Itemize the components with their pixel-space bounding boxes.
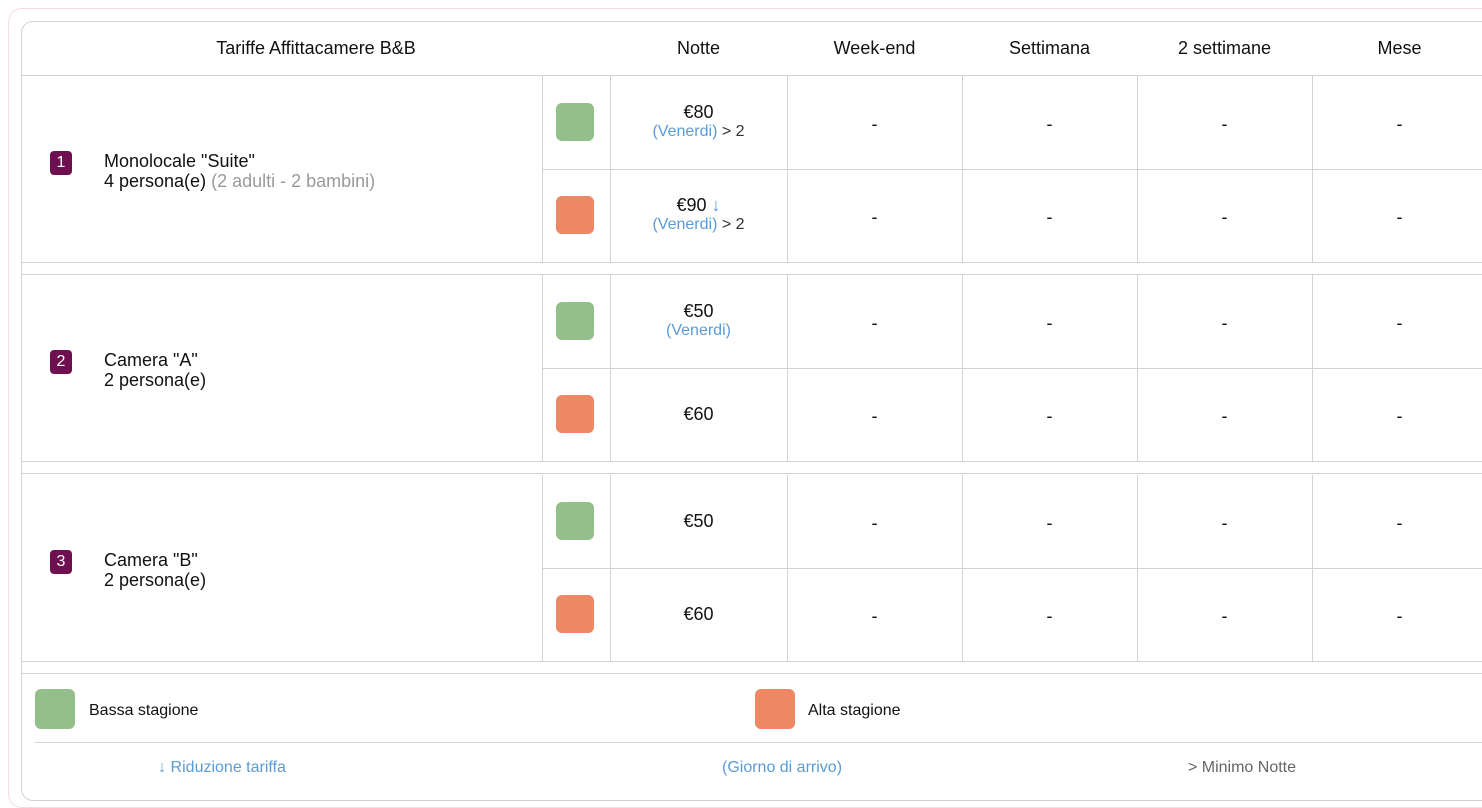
legend-low-season-swatch <box>35 689 75 729</box>
night-price: €60 <box>683 604 714 624</box>
low-season-swatch <box>556 103 594 141</box>
night-price: €80 <box>683 102 714 122</box>
period-price-cell: - <box>871 513 878 533</box>
row-divider <box>542 169 1482 170</box>
room-persons: 2 persona(e) <box>104 570 206 591</box>
period-price-cell: - <box>1221 313 1228 333</box>
period-price-cell: - <box>871 606 878 626</box>
room-persons-count: 2 persona(e) <box>104 370 207 390</box>
rates-table: Tariffe Affittacamere B&B Notte Week-end… <box>21 21 1482 801</box>
block-divider <box>22 274 1482 275</box>
night-price: €90 <box>676 195 707 215</box>
header-col-settimana: Settimana <box>1008 38 1091 58</box>
block-divider <box>22 673 1482 674</box>
period-price-cell: - <box>1396 313 1403 333</box>
night-price-cell: €50 (Venerdi) <box>610 301 787 341</box>
period-price-cell: - <box>871 313 878 333</box>
night-price-cell: €60 <box>610 404 787 424</box>
period-price-cell: - <box>1396 513 1403 533</box>
arrival-day: (Venerdi) <box>666 322 731 339</box>
legend-divider <box>35 742 1482 743</box>
period-price-cell: - <box>1046 114 1053 134</box>
night-price-cell: €60 <box>610 604 787 624</box>
header-col-mese: Mese <box>1377 38 1422 58</box>
room-name: Monolocale "Suite" <box>104 151 255 171</box>
period-price-cell: - <box>1221 207 1228 227</box>
block-divider <box>22 262 1482 263</box>
block-divider <box>22 473 1482 474</box>
night-price-cell: €50 <box>610 511 787 531</box>
period-price-cell: - <box>1221 406 1228 426</box>
legend-high-season-swatch <box>755 689 795 729</box>
legend-high-season-label: Alta stagione <box>808 702 901 719</box>
low-season-swatch <box>556 302 594 340</box>
room-name: Camera "B" <box>104 550 198 570</box>
room-persons-count: 4 persona(e) <box>104 171 207 191</box>
room-name: Camera "A" <box>104 350 198 370</box>
header-title: Tariffe Affittacamere B&B <box>216 38 416 58</box>
period-price-cell: - <box>871 114 878 134</box>
minimum-nights: > 2 <box>721 216 745 233</box>
period-price-cell: - <box>1221 114 1228 134</box>
period-price-cell: - <box>1046 313 1053 333</box>
high-season-swatch <box>556 595 594 633</box>
period-price-cell: - <box>1046 606 1053 626</box>
header-col-weekend: Week-end <box>833 38 916 58</box>
period-price-cell: - <box>1221 513 1228 533</box>
room-persons: 2 persona(e) <box>104 370 206 391</box>
period-price-cell: - <box>1396 606 1403 626</box>
period-price-cell: - <box>1221 606 1228 626</box>
room-persons-count: 2 persona(e) <box>104 570 207 590</box>
minimum-nights: > 2 <box>721 123 745 140</box>
period-price-cell: - <box>1046 406 1053 426</box>
period-price-cell: - <box>871 207 878 227</box>
period-price-cell: - <box>871 406 878 426</box>
room-persons-detail: (2 adulti - 2 bambini) <box>211 171 376 191</box>
room-number-badge: 3 <box>50 550 72 574</box>
footer-arrival-note: (Giorno di arrivo) <box>721 759 843 776</box>
low-season-swatch <box>556 502 594 540</box>
block-divider <box>22 661 1482 662</box>
period-price-cell: - <box>1046 207 1053 227</box>
night-price: €50 <box>683 301 714 321</box>
room-number-badge: 2 <box>50 350 72 374</box>
night-price-cell: €80 (Venerdi) > 2 <box>610 102 787 142</box>
high-season-swatch <box>556 395 594 433</box>
header-col-2-settimane: 2 settimane <box>1177 38 1272 58</box>
footer-min-nights-note: > Minimo Notte <box>1187 759 1297 776</box>
period-price-cell: - <box>1396 207 1403 227</box>
row-divider <box>542 568 1482 569</box>
period-price-cell: - <box>1046 513 1053 533</box>
block-divider <box>22 461 1482 462</box>
night-price: €50 <box>683 511 714 531</box>
rate-reduction-arrow-icon: ↓ <box>711 195 721 215</box>
period-price-cell: - <box>1396 114 1403 134</box>
row-divider <box>542 368 1482 369</box>
period-price-cell: - <box>1396 406 1403 426</box>
table-header-row: Tariffe Affittacamere B&B Notte Week-end… <box>22 22 1482 76</box>
footer-reduction-note: ↓ Riduzione tariffa <box>158 759 286 776</box>
legend-low-season-label: Bassa stagione <box>89 702 199 719</box>
arrival-day: (Venerdi) <box>652 123 718 140</box>
night-price: €60 <box>683 404 714 424</box>
room-persons: 4 persona(e) (2 adulti - 2 bambini) <box>104 171 375 192</box>
high-season-swatch <box>556 196 594 234</box>
arrival-day: (Venerdi) <box>652 216 718 233</box>
room-number-badge: 1 <box>50 151 72 175</box>
night-price-cell: €90 ↓ (Venerdi) > 2 <box>610 195 787 235</box>
header-col-notte: Notte <box>676 38 721 58</box>
